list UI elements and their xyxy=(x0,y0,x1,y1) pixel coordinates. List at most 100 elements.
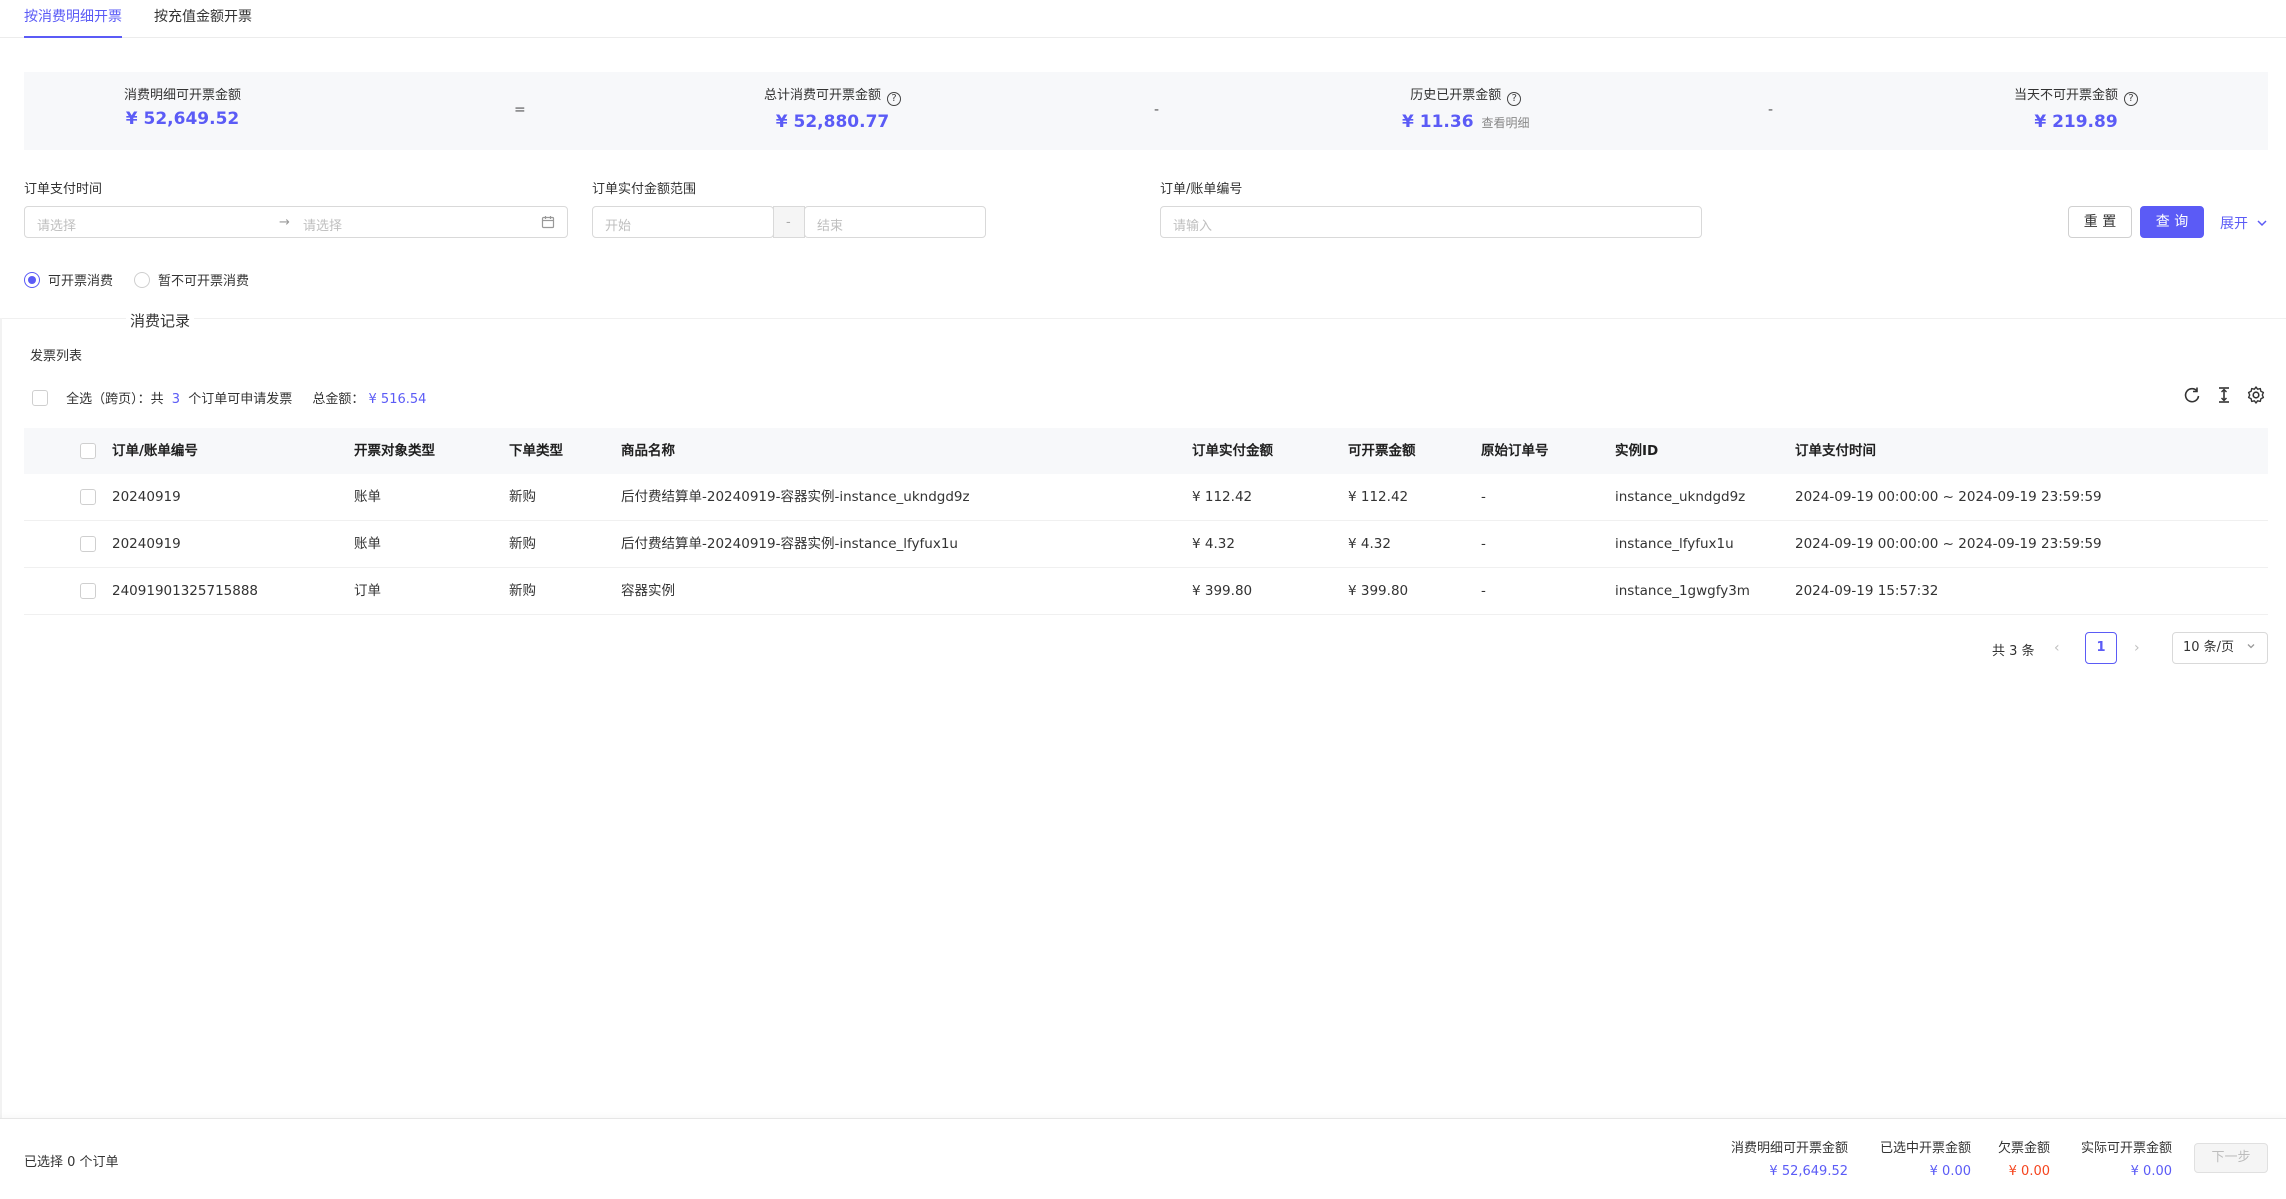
refresh-icon[interactable] xyxy=(2182,385,2202,405)
section-title: 消费记录 xyxy=(126,310,195,331)
cell-order-no: 24091901325715888 xyxy=(112,583,259,599)
amount-range-separator: - xyxy=(773,206,805,238)
row-checkbox[interactable] xyxy=(80,489,96,505)
chevron-down-icon xyxy=(2247,644,2255,649)
cell-instance-id: instance_ukndgd9z xyxy=(1615,489,1746,505)
summary-today-not-invoiceable: 当天不可开票金额? ¥ 219.89 xyxy=(2014,84,2139,132)
order-no-label: 订单/账单编号 xyxy=(1160,182,1243,197)
page-size-select[interactable]: 10 条/页 xyxy=(2172,632,2268,664)
amount-range-label: 订单实付金额范围 xyxy=(592,182,697,197)
chevron-down-icon xyxy=(2257,220,2267,227)
cell-order-no: 20240919 xyxy=(112,536,181,552)
cell-product-name: 容器实例 xyxy=(621,583,675,599)
help-icon[interactable]: ? xyxy=(2124,92,2139,106)
cell-paid-amount: ¥ 399.80 xyxy=(1192,583,1253,599)
pay-time-label: 订单支付时间 xyxy=(24,182,103,197)
radio-dot xyxy=(24,272,40,288)
table-row[interactable]: 20240919 账单 新购 后付费结算单-20240919-容器实例-inst… xyxy=(24,474,2268,521)
summary-label: 历史已开票金额? xyxy=(1402,84,1530,106)
footer-stat-actual-invoiceable: 实际可开票金额 ¥ 0.00 xyxy=(2081,1137,2172,1179)
col-invoiceable-amount: 可开票金额 xyxy=(1348,443,1416,459)
radio-label: 可开票消费 xyxy=(48,274,114,289)
cell-original-order-no: - xyxy=(1481,489,1486,505)
row-checkbox[interactable] xyxy=(80,583,96,599)
cell-invoiceable-amount: ¥ 399.80 xyxy=(1348,583,1409,599)
cell-order-type: 新购 xyxy=(509,489,536,505)
settings-icon[interactable] xyxy=(2246,385,2266,405)
cell-order-type: 新购 xyxy=(509,536,536,552)
pay-time-range-picker[interactable]: 请选择 → 请选择 xyxy=(24,206,568,238)
selectable-count: 3 xyxy=(171,392,181,407)
stat-label: 已选中开票金额 xyxy=(1879,1141,1971,1156)
cell-instance-id: instance_lfyfux1u xyxy=(1615,536,1734,552)
stat-value: ¥ 0.00 xyxy=(2008,1164,2050,1179)
table-row[interactable]: 24091901325715888 订单 新购 容器实例 ¥ 399.80 ¥ … xyxy=(24,568,2268,615)
tab-recharge-amount[interactable]: 按充值金额开票 xyxy=(154,6,252,38)
footer-stat-owed-invoice: 欠票金额 ¥ 0.00 xyxy=(1998,1137,2050,1179)
equals-operator: = xyxy=(514,102,526,118)
summary-detail-invoiceable: 消费明细可开票金额 ¥ 52,649.52 xyxy=(124,84,241,129)
amount-min-placeholder: 开始 xyxy=(605,219,632,234)
end-date-placeholder: 请选择 xyxy=(303,219,343,234)
help-icon[interactable]: ? xyxy=(887,92,902,106)
summary-label: 总计消费可开票金额? xyxy=(764,84,902,106)
cell-target-type: 账单 xyxy=(354,536,381,552)
tab-bar: 按消费明细开票 按充值金额开票 xyxy=(0,0,2286,38)
cell-pay-time: 2024-09-19 00:00:00 ~ 2024-09-19 23:59:5… xyxy=(1795,489,2102,505)
arrow-right-icon: → xyxy=(279,215,290,230)
stat-value: ¥ 0.00 xyxy=(2130,1164,2172,1179)
row-checkbox[interactable] xyxy=(80,536,96,552)
col-paid-amount: 订单实付金额 xyxy=(1192,443,1273,459)
help-icon[interactable]: ? xyxy=(1507,92,1522,106)
radio-label: 暂不可开票消费 xyxy=(158,274,250,289)
stat-value: ¥ 52,649.52 xyxy=(1769,1164,1848,1179)
select-all-checkbox[interactable] xyxy=(32,390,48,406)
next-page-icon[interactable]: › xyxy=(2134,640,2140,656)
cell-order-type: 新购 xyxy=(509,583,536,599)
header-checkbox[interactable] xyxy=(80,443,96,459)
select-all-suffix: 个订单可申请发票 xyxy=(188,392,293,407)
cell-order-no: 20240919 xyxy=(112,489,181,505)
radio-invoiceable[interactable]: 可开票消费 xyxy=(24,270,114,289)
cell-target-type: 订单 xyxy=(354,583,381,599)
stat-value: ¥ 0.00 xyxy=(1929,1164,1971,1179)
amount-min-input[interactable]: 开始 xyxy=(592,206,774,238)
cell-pay-time: 2024-09-19 15:57:32 xyxy=(1795,583,1939,599)
cell-instance-id: instance_1gwgfy3m xyxy=(1615,583,1750,599)
cell-target-type: 账单 xyxy=(354,489,381,505)
order-no-input[interactable]: 请输入 xyxy=(1160,206,1702,238)
col-instance-id: 实例ID xyxy=(1615,443,1659,459)
page-number-current[interactable]: 1 xyxy=(2085,632,2117,664)
stat-label: 欠票金额 xyxy=(1997,1141,2050,1156)
start-date-placeholder: 请选择 xyxy=(37,219,77,234)
col-pay-time: 订单支付时间 xyxy=(1795,443,1876,459)
prev-page-icon[interactable]: ‹ xyxy=(2054,640,2060,656)
order-no-placeholder: 请输入 xyxy=(1173,219,1213,234)
calendar-icon xyxy=(541,216,555,229)
expand-label: 展开 xyxy=(2220,216,2248,232)
reset-button[interactable]: 重 置 xyxy=(2068,206,2132,238)
total-amount-label: 总金额： xyxy=(312,392,365,407)
total-amount-value: ¥ 516.54 xyxy=(368,392,427,407)
summary-value: ¥ 52,880.77 xyxy=(775,112,890,132)
next-step-button[interactable]: 下一步 xyxy=(2194,1143,2268,1173)
expand-toggle[interactable]: 展开 xyxy=(2220,213,2268,233)
select-all-prefix: 全选（跨页）：共 xyxy=(66,392,164,407)
radio-not-invoiceable[interactable]: 暂不可开票消费 xyxy=(134,270,250,289)
column-height-icon[interactable] xyxy=(2214,385,2234,405)
footer-bar: 已选择 0 个订单 消费明细可开票金额 ¥ 52,649.52 已选中开票金额 … xyxy=(0,1118,2286,1199)
view-detail-link[interactable]: 查看明细 xyxy=(1482,116,1530,130)
left-border xyxy=(0,318,2,1118)
selected-count: 已选择 0 个订单 xyxy=(24,1155,119,1170)
summary-total-invoiceable: 总计消费可开票金额? ¥ 52,880.77 xyxy=(764,84,902,132)
tab-consumption-detail[interactable]: 按消费明细开票 xyxy=(24,6,122,38)
query-button[interactable]: 查 询 xyxy=(2140,206,2204,238)
table-row[interactable]: 20240919 账单 新购 后付费结算单-20240919-容器实例-inst… xyxy=(24,521,2268,568)
col-order-no: 订单/账单编号 xyxy=(112,443,198,459)
invoice-page: 按消费明细开票 按充值金额开票 消费明细可开票金额 ¥ 52,649.52 = … xyxy=(0,0,2286,1199)
minus-operator: - xyxy=(1154,102,1160,118)
cell-pay-time: 2024-09-19 00:00:00 ~ 2024-09-19 23:59:5… xyxy=(1795,536,2102,552)
pagination-total: 共 3 条 xyxy=(1992,644,2035,659)
amount-max-input[interactable]: 结束 xyxy=(804,206,986,238)
range-separator-text: - xyxy=(786,215,791,230)
